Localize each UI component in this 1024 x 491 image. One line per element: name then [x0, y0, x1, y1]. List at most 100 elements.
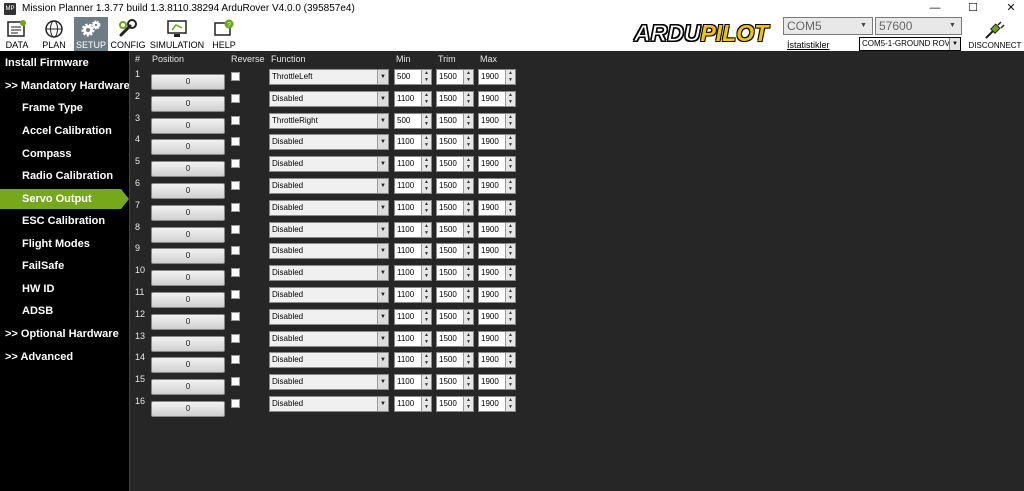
servo-reverse-checkbox[interactable] [231, 181, 240, 190]
servo-trim-input[interactable]: 1500 ▲ ▼ [436, 113, 474, 129]
servo-position-button[interactable]: 0 [151, 139, 225, 155]
servo-position-button[interactable]: 0 [151, 401, 225, 417]
spinner-arrows-icon[interactable]: ▲ ▼ [505, 92, 515, 106]
servo-min-input[interactable]: 1100 ▲ ▼ [394, 374, 432, 390]
help-tab-button[interactable]: ? HELP [208, 17, 240, 51]
servo-max-input[interactable]: 1900 ▲ ▼ [478, 352, 516, 368]
spinner-arrows-icon[interactable]: ▲ ▼ [421, 70, 431, 84]
spinner-arrows-icon[interactable]: ▲ ▼ [421, 310, 431, 324]
sidebar-item-mandatory-hardware[interactable]: >> Mandatory Hardware [0, 76, 130, 96]
sidebar-item-hw-id[interactable]: HW ID [0, 279, 129, 299]
servo-function-select[interactable]: Disabled ▼ [269, 91, 389, 107]
spinner-arrows-icon[interactable]: ▲ ▼ [505, 266, 515, 280]
servo-min-input[interactable]: 1100 ▲ ▼ [394, 287, 432, 303]
spinner-arrows-icon[interactable]: ▲ ▼ [421, 114, 431, 128]
servo-max-input[interactable]: 1900 ▲ ▼ [478, 331, 516, 347]
servo-reverse-checkbox[interactable] [231, 399, 240, 408]
servo-trim-input[interactable]: 1500 ▲ ▼ [436, 352, 474, 368]
servo-reverse-checkbox[interactable] [231, 334, 240, 343]
servo-function-select[interactable]: Disabled ▼ [269, 287, 389, 303]
servo-max-input[interactable]: 1900 ▲ ▼ [478, 265, 516, 281]
spinner-arrows-icon[interactable]: ▲ ▼ [421, 244, 431, 258]
spinner-arrows-icon[interactable]: ▲ ▼ [421, 201, 431, 215]
plan-tab-button[interactable]: PLAN [36, 17, 72, 51]
spinner-arrows-icon[interactable]: ▲ ▼ [505, 223, 515, 237]
servo-trim-input[interactable]: 1500 ▲ ▼ [436, 265, 474, 281]
sidebar-item-flight-modes[interactable]: Flight Modes [0, 234, 129, 254]
spinner-arrows-icon[interactable]: ▲ ▼ [505, 179, 515, 193]
servo-min-input[interactable]: 1100 ▲ ▼ [394, 352, 432, 368]
sidebar-item-advanced[interactable]: >> Advanced [0, 347, 129, 367]
spinner-arrows-icon[interactable]: ▲ ▼ [421, 288, 431, 302]
servo-position-button[interactable]: 0 [151, 336, 225, 352]
servo-trim-input[interactable]: 1500 ▲ ▼ [436, 287, 474, 303]
baud-select[interactable]: 57600 ▼ [875, 17, 962, 35]
spinner-arrows-icon[interactable]: ▲ ▼ [421, 92, 431, 106]
servo-max-input[interactable]: 1900 ▲ ▼ [478, 374, 516, 390]
servo-min-input[interactable]: 1100 ▲ ▼ [394, 331, 432, 347]
servo-reverse-checkbox[interactable] [231, 203, 240, 212]
servo-trim-input[interactable]: 1500 ▲ ▼ [436, 243, 474, 259]
spinner-arrows-icon[interactable]: ▲ ▼ [421, 266, 431, 280]
servo-min-input[interactable]: 500 ▲ ▼ [394, 69, 432, 85]
servo-function-select[interactable]: Disabled ▼ [269, 352, 389, 368]
servo-max-input[interactable]: 1900 ▲ ▼ [478, 396, 516, 412]
servo-function-select[interactable]: Disabled ▼ [269, 200, 389, 216]
servo-max-input[interactable]: 1900 ▲ ▼ [478, 178, 516, 194]
spinner-arrows-icon[interactable]: ▲ ▼ [463, 92, 473, 106]
spinner-arrows-icon[interactable]: ▲ ▼ [505, 310, 515, 324]
port-select[interactable]: COM5 ▼ [783, 17, 873, 35]
servo-position-button[interactable]: 0 [151, 248, 225, 264]
servo-position-button[interactable]: 0 [151, 96, 225, 112]
servo-max-input[interactable]: 1900 ▲ ▼ [478, 113, 516, 129]
sidebar-item-install-firmware[interactable]: Install Firmware [0, 53, 129, 73]
servo-trim-input[interactable]: 1500 ▲ ▼ [436, 222, 474, 238]
spinner-arrows-icon[interactable]: ▲ ▼ [463, 135, 473, 149]
servo-max-input[interactable]: 1900 ▲ ▼ [478, 156, 516, 172]
servo-trim-input[interactable]: 1500 ▲ ▼ [436, 178, 474, 194]
spinner-arrows-icon[interactable]: ▲ ▼ [463, 310, 473, 324]
servo-min-input[interactable]: 1100 ▲ ▼ [394, 396, 432, 412]
servo-trim-input[interactable]: 1500 ▲ ▼ [436, 331, 474, 347]
servo-min-input[interactable]: 1100 ▲ ▼ [394, 134, 432, 150]
servo-reverse-checkbox[interactable] [231, 377, 240, 386]
spinner-arrows-icon[interactable]: ▲ ▼ [505, 332, 515, 346]
servo-position-button[interactable]: 0 [151, 379, 225, 395]
servo-trim-input[interactable]: 1500 ▲ ▼ [436, 69, 474, 85]
servo-function-select[interactable]: Disabled ▼ [269, 331, 389, 347]
servo-max-input[interactable]: 1900 ▲ ▼ [478, 91, 516, 107]
servo-min-input[interactable]: 1100 ▲ ▼ [394, 222, 432, 238]
spinner-arrows-icon[interactable]: ▲ ▼ [463, 288, 473, 302]
servo-position-button[interactable]: 0 [151, 183, 225, 199]
servo-min-input[interactable]: 1100 ▲ ▼ [394, 178, 432, 194]
servo-function-select[interactable]: ThrottleLeft ▼ [269, 69, 389, 85]
servo-function-select[interactable]: Disabled ▼ [269, 222, 389, 238]
servo-reverse-checkbox[interactable] [231, 290, 240, 299]
servo-function-select[interactable]: Disabled ▼ [269, 396, 389, 412]
servo-trim-input[interactable]: 1500 ▲ ▼ [436, 396, 474, 412]
servo-reverse-checkbox[interactable] [231, 246, 240, 255]
servo-trim-input[interactable]: 1500 ▲ ▼ [436, 156, 474, 172]
disconnect-button[interactable]: DISCONNECT [966, 20, 1024, 51]
servo-min-input[interactable]: 1100 ▲ ▼ [394, 265, 432, 281]
servo-reverse-checkbox[interactable] [231, 94, 240, 103]
spinner-arrows-icon[interactable]: ▲ ▼ [463, 397, 473, 411]
servo-min-input[interactable]: 1100 ▲ ▼ [394, 200, 432, 216]
spinner-arrows-icon[interactable]: ▲ ▼ [421, 332, 431, 346]
spinner-arrows-icon[interactable]: ▲ ▼ [505, 375, 515, 389]
servo-position-button[interactable]: 0 [151, 161, 225, 177]
spinner-arrows-icon[interactable]: ▲ ▼ [421, 135, 431, 149]
spinner-arrows-icon[interactable]: ▲ ▼ [505, 397, 515, 411]
spinner-arrows-icon[interactable]: ▲ ▼ [463, 375, 473, 389]
spinner-arrows-icon[interactable]: ▲ ▼ [505, 288, 515, 302]
spinner-arrows-icon[interactable]: ▲ ▼ [463, 70, 473, 84]
servo-max-input[interactable]: 1900 ▲ ▼ [478, 287, 516, 303]
sidebar-item-failsafe[interactable]: FailSafe [0, 256, 129, 276]
servo-reverse-checkbox[interactable] [231, 116, 240, 125]
servo-position-button[interactable]: 0 [151, 270, 225, 286]
spinner-arrows-icon[interactable]: ▲ ▼ [463, 223, 473, 237]
servo-max-input[interactable]: 1900 ▲ ▼ [478, 309, 516, 325]
servo-function-select[interactable]: Disabled ▼ [269, 374, 389, 390]
link-select[interactable]: COM5-1-GROUND ROVER ▼ [859, 37, 961, 51]
spinner-arrows-icon[interactable]: ▲ ▼ [505, 353, 515, 367]
